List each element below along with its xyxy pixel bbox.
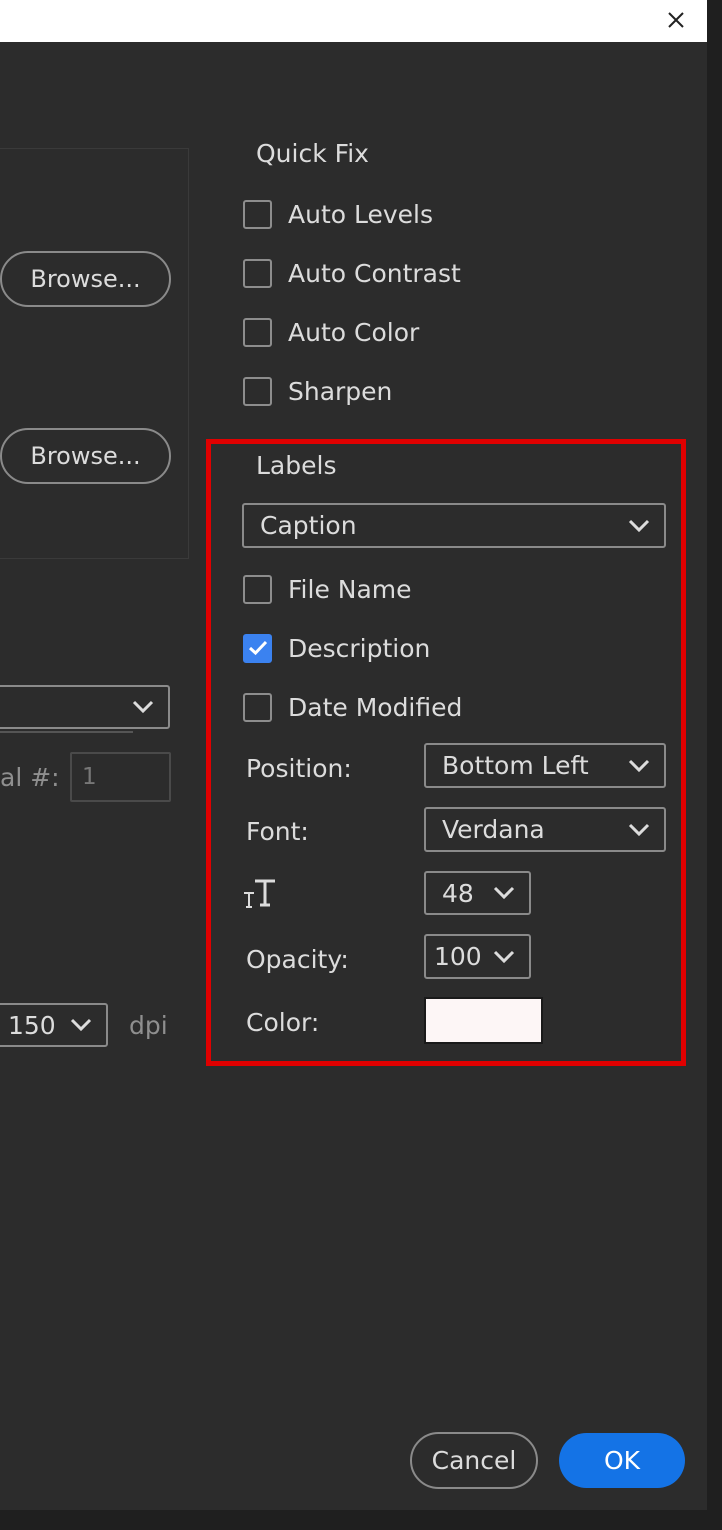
sharpen-checkbox[interactable]: Sharpen [243, 375, 392, 407]
serial-label: al #: [0, 763, 60, 792]
chevron-down-icon [70, 1018, 92, 1032]
browse-button-1-label: Browse... [30, 265, 141, 293]
checkbox-box[interactable] [243, 199, 272, 229]
checkbox-label: Sharpen [288, 376, 393, 406]
checkbox-box[interactable] [243, 376, 272, 406]
close-button[interactable] [661, 6, 691, 34]
window-edge [707, 0, 722, 1530]
divider [0, 731, 133, 733]
title-bar [0, 0, 707, 42]
source-panel [0, 148, 189, 559]
browse-button-2-label: Browse... [30, 442, 141, 470]
auto-color-checkbox[interactable]: Auto Color [243, 316, 419, 348]
checkbox-label: Auto Color [288, 317, 420, 347]
checkbox-label: Auto Contrast [288, 258, 461, 288]
resolution-unit: dpi [129, 1011, 168, 1040]
serial-input[interactable]: 1 [70, 752, 171, 802]
auto-contrast-checkbox[interactable]: Auto Contrast [243, 257, 461, 289]
highlight-box [206, 439, 686, 1066]
cancel-button-label: Cancel [431, 1446, 517, 1475]
checkbox-box[interactable] [243, 317, 272, 347]
quick-fix-title: Quick Fix [256, 139, 369, 168]
cancel-button[interactable]: Cancel [410, 1432, 538, 1489]
window-bottom-edge [0, 1510, 722, 1530]
checkbox-label: Auto Levels [288, 199, 434, 229]
checkbox-box[interactable] [243, 258, 272, 288]
browse-button-1[interactable]: Browse... [0, 251, 171, 307]
serial-input-value: 1 [82, 764, 97, 790]
auto-levels-checkbox[interactable]: Auto Levels [243, 198, 433, 230]
resolution-value: 150 [8, 1010, 56, 1040]
layout-select[interactable] [0, 685, 170, 729]
chevron-down-icon [132, 700, 154, 714]
resolution-select[interactable]: 150 [0, 1003, 108, 1047]
close-icon [668, 12, 684, 28]
ok-button-label: OK [603, 1446, 641, 1475]
browse-button-2[interactable]: Browse... [0, 428, 171, 484]
ok-button[interactable]: OK [559, 1433, 685, 1488]
